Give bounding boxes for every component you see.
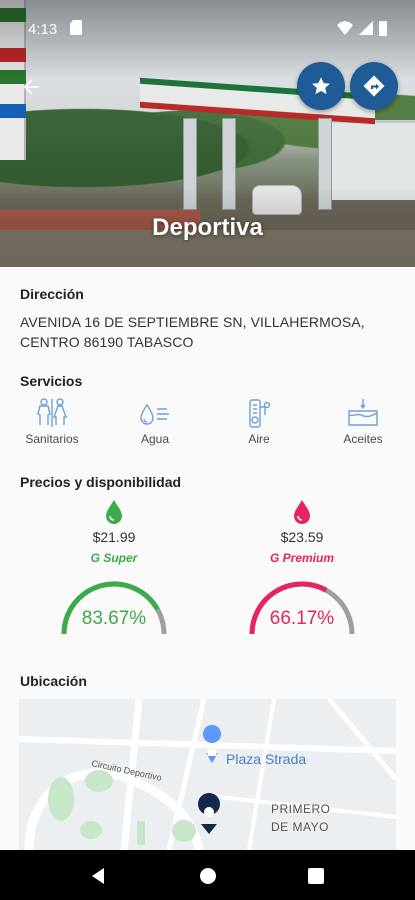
fuel-price: $23.59 xyxy=(280,529,324,545)
nav-back-icon[interactable] xyxy=(87,865,109,887)
directions-button[interactable] xyxy=(350,62,398,110)
address-line-1: AVENIDA 16 DE SEPTIEMBRE SN, VILLAHERMOS… xyxy=(20,314,365,330)
station-name: Deportiva xyxy=(152,214,263,241)
service-label: Aire xyxy=(248,432,270,446)
fuel-drop-icon xyxy=(106,500,122,524)
water-icon xyxy=(140,403,169,425)
air-gauge-icon xyxy=(249,399,271,428)
service-item-aceites: Aceites xyxy=(323,397,403,446)
nav-recents-icon[interactable] xyxy=(305,865,327,887)
status-time: 4:13 xyxy=(28,21,58,38)
status-bar: 4:13 xyxy=(0,0,415,52)
map-label-area-1: PRIMERO xyxy=(271,802,331,816)
service-item-aire: Aire xyxy=(219,397,299,446)
star-icon xyxy=(312,77,330,95)
fuel-price: $21.99 xyxy=(92,529,136,545)
service-label: Sanitarios xyxy=(25,432,79,446)
services-section-title: Servicios xyxy=(20,373,83,389)
map-label-plaza: Plaza Strada xyxy=(226,751,306,767)
wifi-icon xyxy=(337,21,353,35)
prices-section-title: Precios y disponibilidad xyxy=(20,474,182,490)
back-button[interactable] xyxy=(16,72,46,102)
address-section-title: Dirección xyxy=(20,286,84,302)
fuel-brand-logo: G Premium xyxy=(269,551,335,565)
oil-icon xyxy=(348,399,378,426)
nav-home-icon[interactable] xyxy=(197,865,219,887)
directions-icon xyxy=(363,75,385,97)
station-details: Dirección AVENIDA 16 DE SEPTIEMBRE SN, V… xyxy=(0,267,415,850)
fuel-card-super: $21.99 G Super 83.67% xyxy=(39,499,189,639)
service-label: Agua xyxy=(140,432,170,446)
signal-icon xyxy=(359,21,373,35)
arrow-left-icon xyxy=(23,79,39,95)
services-list: Sanitarios Agua Aire Aceites xyxy=(0,397,415,453)
fuel-brand-logo: G Super xyxy=(90,551,138,565)
battery-icon xyxy=(379,20,387,36)
sd-card-icon xyxy=(70,20,82,35)
service-item-agua: Agua xyxy=(115,397,195,446)
map-canvas: Plaza Strada Circuito Deportivo PRIMERO … xyxy=(19,699,396,850)
availability-percentage: 66.17% xyxy=(269,608,335,629)
station-detail-screen: 4:13 Deportiva Dirección AVENIDA 16 DE S… xyxy=(0,0,415,900)
fuel-card-premium: $23.59 G Premium 66.17% xyxy=(227,499,377,639)
service-label: Aceites xyxy=(343,432,383,446)
system-navigation-bar xyxy=(0,850,415,900)
fuel-drop-icon xyxy=(294,500,310,524)
station-address: AVENIDA 16 DE SEPTIEMBRE SN, VILLAHERMOS… xyxy=(20,312,395,352)
status-icons xyxy=(337,20,387,36)
restroom-icon xyxy=(37,398,67,427)
location-section-title: Ubicación xyxy=(20,673,87,689)
service-item-sanitarios: Sanitarios xyxy=(12,397,92,446)
map-label-area-2: DE MAYO xyxy=(271,820,329,834)
favorite-button[interactable] xyxy=(297,62,345,110)
availability-percentage: 83.67% xyxy=(81,608,147,629)
location-map[interactable]: Plaza Strada Circuito Deportivo PRIMERO … xyxy=(19,699,396,850)
address-line-2: CENTRO 86190 TABASCO xyxy=(20,334,194,350)
